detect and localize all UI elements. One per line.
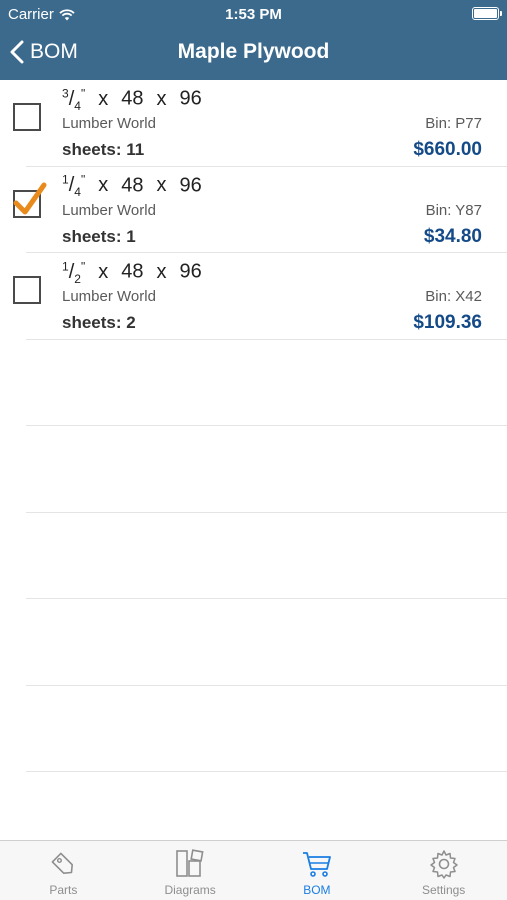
empty-row — [26, 426, 507, 513]
clock: 1:53 PM — [225, 6, 282, 23]
list-item[interactable]: 1/2" x 48 x 96 Lumber World Bin: X42 sheets:… — [13, 253, 507, 340]
bin-label: Bin: P77 — [425, 115, 482, 132]
width-value: 48 — [121, 260, 144, 283]
checkbox-checked[interactable] — [13, 182, 47, 218]
checkmark-icon — [13, 182, 47, 214]
vendor-label: Lumber World — [62, 288, 156, 305]
length-value: 96 — [179, 260, 202, 283]
checkbox[interactable] — [13, 103, 41, 131]
price-label: $660.00 — [413, 139, 482, 160]
empty-row — [26, 513, 507, 599]
quantity-label: sheets: 2 — [62, 313, 136, 332]
bin-label: Bin: X42 — [425, 288, 482, 305]
header: Carrier 1:53 PM BOM Maple Plywood — [0, 0, 507, 80]
tab-diagrams[interactable]: Diagrams — [127, 841, 254, 900]
page-title: Maple Plywood — [177, 40, 330, 63]
dimensions: 3/4" x 48 x 96 — [62, 86, 202, 113]
dimensions: 1/4" x 48 x 96 — [62, 172, 202, 200]
checkbox[interactable] — [13, 276, 41, 304]
thickness-fraction: 1/2" — [62, 259, 86, 286]
tab-parts[interactable]: Parts — [0, 841, 127, 900]
vendor-label: Lumber World — [62, 201, 156, 219]
length-value: 96 — [179, 174, 202, 197]
battery-icon — [472, 7, 502, 20]
price-label: $34.80 — [423, 225, 482, 247]
thickness-fraction: 3/4" — [62, 86, 86, 113]
tab-label: BOM — [303, 883, 331, 897]
tab-label: Settings — [421, 883, 466, 897]
thickness-fraction: 1/4" — [62, 172, 86, 200]
bom-list: 3/4" x 48 x 96 Lumber World Bin: P77 sheets:… — [0, 80, 507, 772]
tab-settings[interactable]: Settings — [380, 841, 507, 900]
empty-row — [26, 686, 507, 772]
vendor-label: Lumber World — [62, 115, 156, 132]
tab-label: Diagrams — [164, 883, 216, 897]
tab-bar: Parts Diagrams BOM Settings — [0, 840, 507, 900]
navigation-bar: BOM Maple Plywood — [0, 28, 507, 80]
tab-label: Parts — [49, 883, 78, 897]
dimensions: 1/2" x 48 x 96 — [62, 259, 202, 286]
list-item[interactable]: 1/4" x 48 x 96 Lumber World Bin: Y87 sheets:… — [13, 167, 507, 253]
width-value: 48 — [121, 87, 144, 110]
tab-bom[interactable]: BOM — [254, 841, 381, 900]
tag-icon — [51, 852, 74, 874]
status-bar: Carrier 1:53 PM — [0, 0, 507, 28]
empty-row — [26, 340, 507, 426]
list-item[interactable]: 3/4" x 48 x 96 Lumber World Bin: P77 sheets:… — [13, 80, 507, 167]
price-label: $109.36 — [413, 312, 482, 333]
length-value: 96 — [179, 87, 202, 110]
empty-row — [26, 599, 507, 686]
bin-label: Bin: Y87 — [425, 201, 482, 219]
width-value: 48 — [121, 174, 144, 197]
quantity-label: sheets: 1 — [62, 226, 136, 246]
cart-icon — [302, 852, 331, 877]
diagrams-icon — [176, 849, 204, 877]
gear-icon — [429, 850, 458, 879]
quantity-label: sheets: 11 — [62, 140, 145, 159]
